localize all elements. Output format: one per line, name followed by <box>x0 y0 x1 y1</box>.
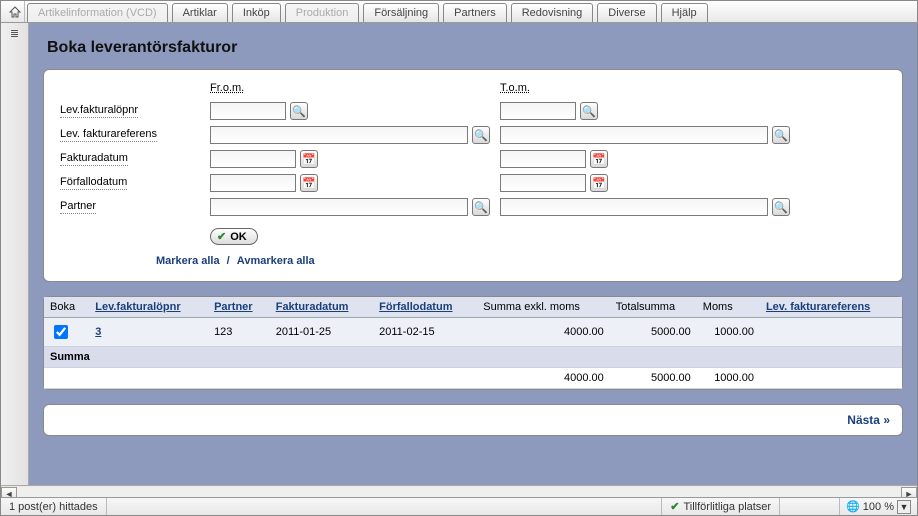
tab-f-rs-ljning[interactable]: Försäljning <box>363 3 439 22</box>
sum-label: Summa <box>44 347 902 368</box>
calendar-icon[interactable]: 📅 <box>300 150 318 168</box>
lopnr-from-input[interactable] <box>210 102 286 120</box>
ref-from-input[interactable] <box>210 126 468 144</box>
sum-sumexkl: 4000.00 <box>477 368 610 389</box>
check-icon: ✔ <box>217 230 226 243</box>
fdatum-to-input[interactable] <box>500 150 586 168</box>
tab-partners[interactable]: Partners <box>443 3 507 22</box>
content-area: ≣ Boka leverantörsfakturor Fr.o.m. T.o.m… <box>1 23 917 485</box>
cell-sumexkl: 4000.00 <box>477 318 610 347</box>
next-link[interactable]: Nästa » <box>847 413 890 427</box>
status-progress <box>780 498 840 515</box>
table-row: 3 123 2011-01-25 2011-02-15 4000.00 5000… <box>44 318 902 347</box>
ok-button[interactable]: ✔ OK <box>210 228 258 245</box>
search-icon[interactable]: 🔍 <box>290 102 308 120</box>
filter-panel: Fr.o.m. T.o.m. Lev.fakturalöpnr 🔍 🔍 Lev.… <box>43 69 903 282</box>
cell-forfallo: 2011-02-15 <box>373 318 477 347</box>
forfallo-to-input[interactable] <box>500 174 586 192</box>
mark-all-link[interactable]: Markera alla <box>156 255 220 267</box>
col-to-label: T.o.m. <box>500 82 790 96</box>
th-partner[interactable]: Partner <box>214 301 253 313</box>
ref-to-input[interactable] <box>500 126 768 144</box>
label-fdatum: Fakturadatum <box>60 152 128 166</box>
main-panel: Boka leverantörsfakturor Fr.o.m. T.o.m. … <box>29 23 917 485</box>
next-panel: Nästa » <box>43 404 903 436</box>
th-totsum: Totalsumma <box>610 297 697 318</box>
cell-lopnr[interactable]: 3 <box>95 326 101 338</box>
th-lopnr[interactable]: Lev.fakturalöpnr <box>95 301 180 313</box>
calendar-icon[interactable]: 📅 <box>590 150 608 168</box>
th-forfallo[interactable]: Förfallodatum <box>379 301 452 313</box>
th-boka: Boka <box>44 297 89 318</box>
fdatum-from-input[interactable] <box>210 150 296 168</box>
tab-artikelinformation-vcd-: Artikelinformation (VCD) <box>27 3 168 22</box>
label-ref: Lev. fakturareferens <box>60 128 157 142</box>
globe-icon: 🌐 <box>846 500 860 513</box>
th-moms: Moms <box>697 297 760 318</box>
status-trusted: ✔ Tillförlitliga platser <box>662 498 780 515</box>
check-icon: ✔ <box>670 500 679 513</box>
gutter-icon[interactable]: ≣ <box>7 27 23 39</box>
ok-label: OK <box>230 231 247 243</box>
zoom-value: 100 % <box>863 501 894 513</box>
cell-moms: 1000.00 <box>697 318 760 347</box>
cell-partner: 123 <box>208 318 270 347</box>
cell-fdatum: 2011-01-25 <box>270 318 373 347</box>
tab-redovisning[interactable]: Redovisning <box>511 3 594 22</box>
label-forfallo: Förfallodatum <box>60 176 127 190</box>
partner-to-input[interactable] <box>500 198 768 216</box>
search-icon[interactable]: 🔍 <box>472 198 490 216</box>
label-lopnr: Lev.fakturalöpnr <box>60 104 138 118</box>
tab-ink-p[interactable]: Inköp <box>232 3 281 22</box>
search-icon[interactable]: 🔍 <box>772 126 790 144</box>
tab-hj-lp[interactable]: Hjälp <box>661 3 708 22</box>
search-icon[interactable]: 🔍 <box>580 102 598 120</box>
sum-row: 4000.00 5000.00 1000.00 <box>44 368 902 389</box>
search-icon[interactable]: 🔍 <box>772 198 790 216</box>
tab-produktion: Produktion <box>285 3 360 22</box>
search-icon[interactable]: 🔍 <box>472 126 490 144</box>
top-menu-bar: Artikelinformation (VCD)ArtiklarInköpPro… <box>1 1 917 23</box>
status-bar: 1 post(er) hittades ✔ Tillförlitliga pla… <box>1 497 917 515</box>
results-panel: Boka Lev.fakturalöpnr Partner Fakturadat… <box>43 296 903 390</box>
tab-diverse[interactable]: Diverse <box>597 3 656 22</box>
zoom-dropdown-icon[interactable]: ▼ <box>897 500 911 514</box>
status-posts: 1 post(er) hittades <box>1 498 107 515</box>
th-fdatum[interactable]: Fakturadatum <box>276 301 349 313</box>
select-links: Markera alla / Avmarkera alla <box>156 255 886 267</box>
th-ref[interactable]: Lev. fakturareferens <box>766 301 870 313</box>
tab-artiklar[interactable]: Artiklar <box>172 3 228 22</box>
forfallo-from-input[interactable] <box>210 174 296 192</box>
results-table: Boka Lev.fakturalöpnr Partner Fakturadat… <box>44 297 902 389</box>
home-icon[interactable] <box>5 1 25 22</box>
lopnr-to-input[interactable] <box>500 102 576 120</box>
sum-totsum: 5000.00 <box>610 368 697 389</box>
zoom-control: 🌐 100 % ▼ <box>840 500 917 514</box>
sum-moms: 1000.00 <box>697 368 760 389</box>
th-sumexkl: Summa exkl. moms <box>477 297 610 318</box>
calendar-icon[interactable]: 📅 <box>300 174 318 192</box>
col-from-label: Fr.o.m. <box>210 82 490 96</box>
sum-label-row: Summa <box>44 347 902 368</box>
partner-from-input[interactable] <box>210 198 468 216</box>
page-title: Boka leverantörsfakturor <box>47 39 903 57</box>
unmark-all-link[interactable]: Avmarkera alla <box>237 255 315 267</box>
boka-checkbox[interactable] <box>54 325 68 339</box>
calendar-icon[interactable]: 📅 <box>590 174 608 192</box>
left-gutter: ≣ <box>1 23 29 485</box>
cell-ref <box>760 318 902 347</box>
cell-totsum: 5000.00 <box>610 318 697 347</box>
label-partner: Partner <box>60 200 96 214</box>
